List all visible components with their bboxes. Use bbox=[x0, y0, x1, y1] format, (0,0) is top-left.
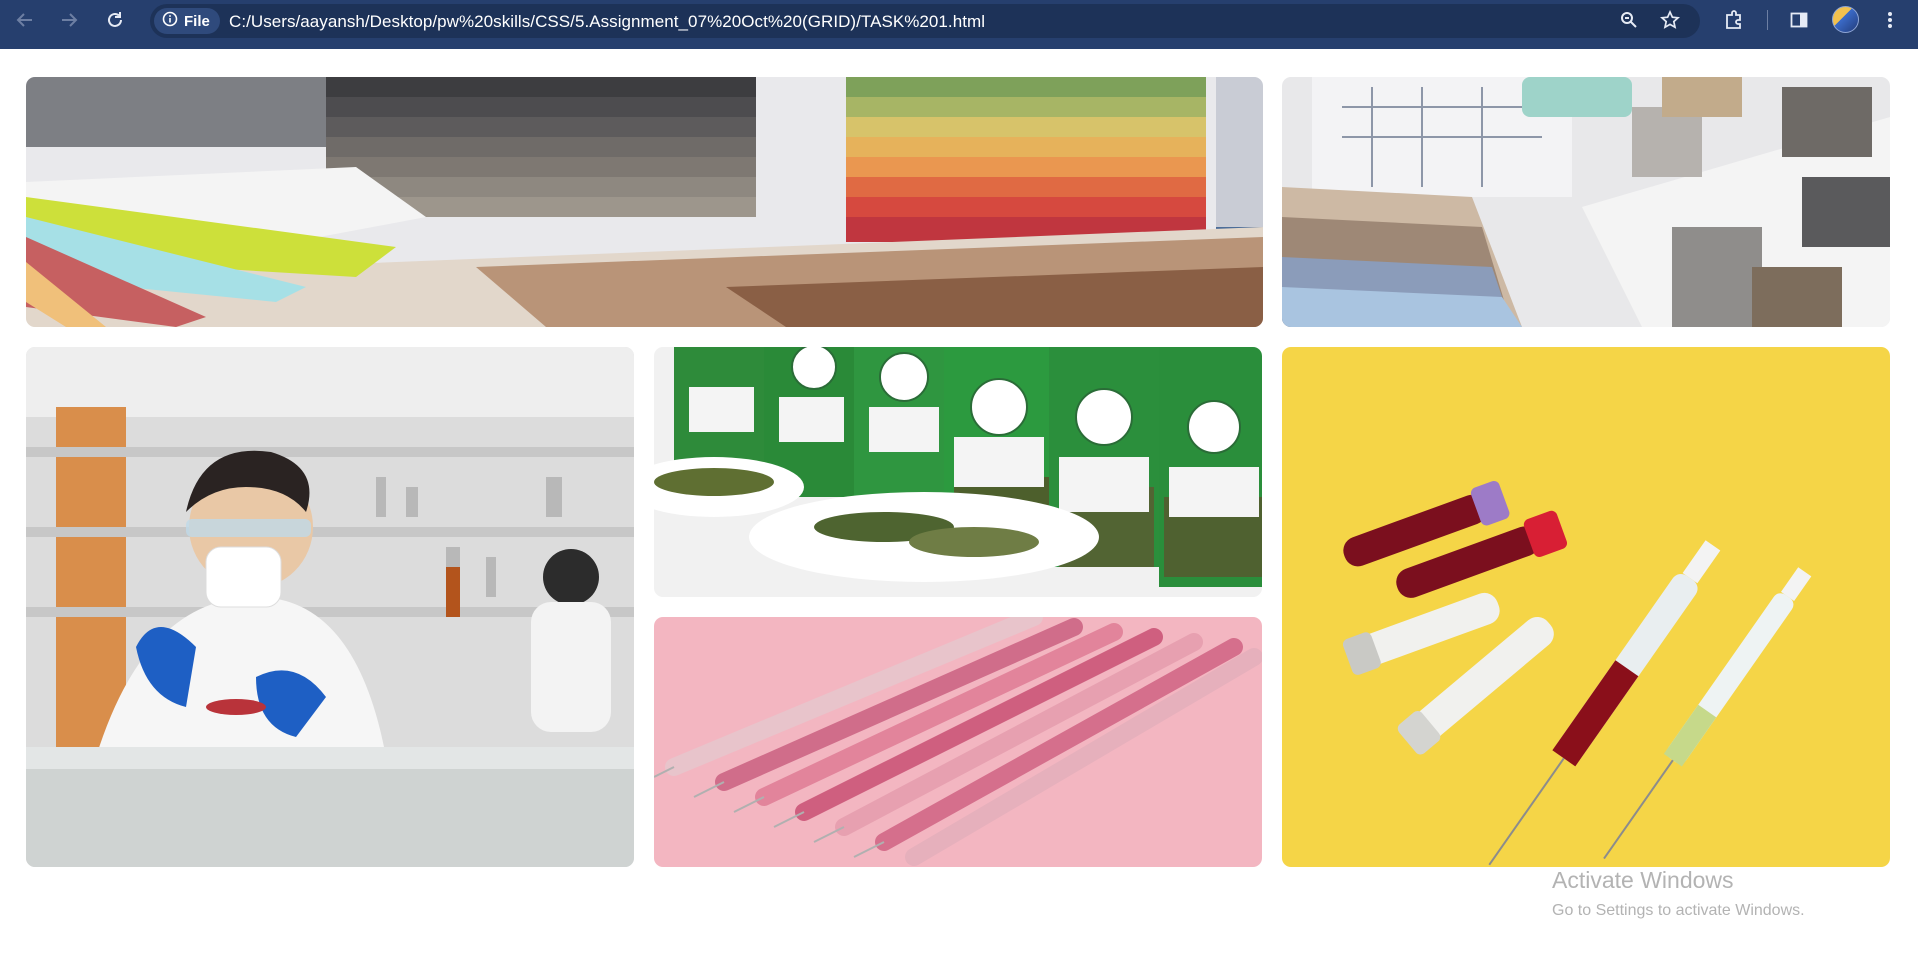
url-scheme-label: File bbox=[184, 12, 210, 30]
watermark-subtitle: Go to Settings to activate Windows. bbox=[1552, 902, 1805, 919]
forward-arrow-icon[interactable] bbox=[55, 6, 83, 34]
site-info-chip[interactable]: File bbox=[154, 8, 220, 34]
menu-dots-icon[interactable] bbox=[1876, 6, 1904, 34]
zoom-icon[interactable] bbox=[1615, 6, 1643, 34]
url-text[interactable]: C:/Users/aayansh/Desktop/pw%20skills/CSS… bbox=[229, 12, 985, 32]
info-icon bbox=[162, 11, 178, 31]
toolbar-separator bbox=[1767, 10, 1768, 30]
address-bar[interactable]: File C:/Users/aayansh/Desktop/pw%20skill… bbox=[150, 4, 1700, 38]
interior-material-samples-image bbox=[1282, 77, 1890, 327]
back-arrow-icon[interactable] bbox=[11, 6, 39, 34]
blood-vials-syringes-image bbox=[1282, 347, 1890, 867]
activate-windows-watermark: Activate Windows Go to Settings to activ… bbox=[1552, 866, 1805, 922]
pink-syringes-image bbox=[654, 617, 1262, 867]
profile-avatar[interactable] bbox=[1832, 6, 1859, 33]
sidebar-icon[interactable] bbox=[1785, 6, 1813, 34]
extensions-icon[interactable] bbox=[1720, 6, 1748, 34]
laboratory-scientist-image bbox=[26, 347, 634, 867]
star-icon[interactable] bbox=[1656, 6, 1684, 34]
spice-jars-image bbox=[654, 347, 1262, 597]
reload-icon[interactable] bbox=[101, 6, 129, 34]
fabric-color-swatches-image bbox=[26, 77, 1263, 327]
browser-toolbar: File C:/Users/aayansh/Desktop/pw%20skill… bbox=[0, 0, 1918, 49]
watermark-title: Activate Windows bbox=[1552, 867, 1734, 893]
